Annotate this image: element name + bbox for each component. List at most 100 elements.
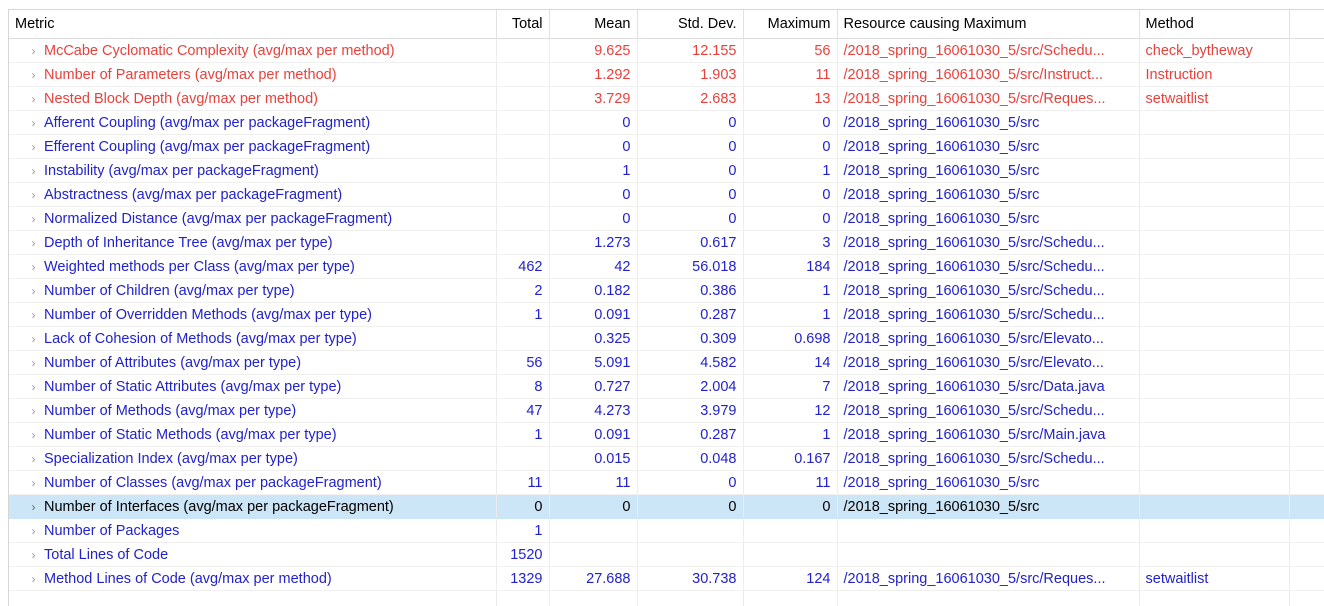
chevron-right-icon[interactable]: › — [29, 424, 38, 446]
chevron-right-icon[interactable]: › — [29, 328, 38, 350]
chevron-right-icon[interactable]: › — [29, 352, 38, 374]
chevron-right-icon[interactable]: › — [29, 520, 38, 542]
metric-cell[interactable]: › McCabe Cyclomatic Complexity (avg/max p… — [9, 38, 497, 63]
chevron-right-icon[interactable]: › — [29, 544, 38, 566]
metric-cell[interactable]: › Number of Classes (avg/max per packageF… — [9, 470, 497, 495]
metric-cell[interactable]: › Abstractness (avg/max per packageFragme… — [9, 182, 497, 207]
metric-cell[interactable]: › Afferent Coupling (avg/max per packageF… — [9, 110, 497, 135]
resource-cell: /2018_spring_16061030_5/src — [837, 134, 1140, 159]
chevron-right-icon[interactable]: › — [29, 208, 38, 230]
metric-cell[interactable]: › Number of Static Methods (avg/max per t… — [9, 422, 497, 447]
chevron-right-icon[interactable]: › — [29, 472, 38, 494]
table-body[interactable]: › McCabe Cyclomatic Complexity (avg/max p… — [9, 38, 1324, 606]
chevron-right-icon[interactable]: › — [29, 256, 38, 278]
resource-cell: /2018_spring_16061030_5/src/Schedu... — [837, 254, 1140, 279]
chevron-right-icon[interactable]: › — [29, 568, 38, 590]
std-dev-cell: 0.287 — [637, 422, 744, 447]
maximum-cell: 11 — [743, 62, 838, 87]
column-header-maximum[interactable]: Maximum — [743, 10, 838, 39]
table-row[interactable]: › Efferent Coupling (avg/max per packageF… — [9, 134, 1324, 159]
table-row[interactable]: › Number of Static Attributes (avg/max pe… — [9, 374, 1324, 399]
std-dev-cell: 0.386 — [637, 278, 744, 303]
metric-label: Total Lines of Code — [44, 546, 169, 563]
metric-cell[interactable]: › Number of Children (avg/max per type) — [9, 278, 497, 303]
mean-cell: 0.015 — [549, 446, 638, 471]
metric-cell[interactable]: › Instability (avg/max per packageFragmen… — [9, 158, 497, 183]
metric-cell[interactable]: › Method Lines of Code (avg/max per metho… — [9, 566, 497, 591]
table-row[interactable]: › Number of Overridden Methods (avg/max p… — [9, 302, 1324, 327]
chevron-right-icon[interactable]: › — [29, 184, 38, 206]
chevron-right-icon[interactable]: › — [29, 496, 38, 518]
chevron-right-icon[interactable]: › — [29, 40, 38, 62]
metric-cell[interactable]: › Weighted methods per Class (avg/max per… — [9, 254, 497, 279]
chevron-right-icon[interactable]: › — [29, 280, 38, 302]
table-row[interactable]: › Number of Parameters (avg/max per metho… — [9, 62, 1324, 87]
table-row[interactable]: › Afferent Coupling (avg/max per packageF… — [9, 110, 1324, 135]
chevron-right-icon[interactable]: › — [29, 136, 38, 158]
column-header-resource[interactable]: Resource causing Maximum — [837, 10, 1140, 39]
metric-cell[interactable]: › Number of Methods (avg/max per type) — [9, 398, 497, 423]
mean-cell: 0 — [549, 182, 638, 207]
maximum-cell: 0.167 — [743, 446, 838, 471]
chevron-right-icon[interactable]: › — [29, 88, 38, 110]
metric-cell[interactable]: › Depth of Inheritance Tree (avg/max per … — [9, 230, 497, 255]
table-row[interactable]: › Number of Interfaces (avg/max per packa… — [9, 494, 1324, 519]
metrics-table[interactable]: Metric Total Mean Std. Dev. Maximum Reso… — [9, 10, 1324, 606]
chevron-right-icon[interactable]: › — [29, 448, 38, 470]
std-dev-cell: 0 — [637, 494, 744, 519]
std-dev-cell: 4.582 — [637, 350, 744, 375]
mean-cell: 1.292 — [549, 62, 638, 87]
table-row[interactable]: › Abstractness (avg/max per packageFragme… — [9, 182, 1324, 207]
maximum-cell: 3 — [743, 230, 838, 255]
table-row[interactable]: › Method Lines of Code (avg/max per metho… — [9, 566, 1324, 591]
table-row[interactable]: › Nested Block Depth (avg/max per method)… — [9, 86, 1324, 111]
table-row[interactable]: › Specialization Index (avg/max per type)… — [9, 446, 1324, 471]
table-row[interactable]: › Instability (avg/max per packageFragmen… — [9, 158, 1324, 183]
chevron-right-icon[interactable]: › — [29, 400, 38, 422]
table-row[interactable]: › Number of Classes (avg/max per packageF… — [9, 470, 1324, 495]
metric-cell[interactable]: › Number of Static Attributes (avg/max pe… — [9, 374, 497, 399]
column-header-metric[interactable]: Metric — [9, 10, 497, 39]
table-row[interactable]: › Lack of Cohesion of Methods (avg/max pe… — [9, 326, 1324, 351]
table-row[interactable]: › Number of Static Methods (avg/max per t… — [9, 422, 1324, 447]
chevron-right-icon[interactable]: › — [29, 232, 38, 254]
metric-cell[interactable]: › Number of Interfaces (avg/max per packa… — [9, 494, 497, 519]
std-dev-cell: 0 — [637, 110, 744, 135]
metric-cell[interactable]: › Number of Packages — [9, 518, 497, 543]
column-header-mean[interactable]: Mean — [549, 10, 638, 39]
column-header-total[interactable]: Total — [496, 10, 550, 39]
table-row[interactable]: › Total Lines of Code 1520 — [9, 542, 1324, 567]
table-row[interactable]: › Depth of Inheritance Tree (avg/max per … — [9, 230, 1324, 255]
table-row[interactable]: › Number of Packages 1 — [9, 518, 1324, 543]
chevron-right-icon[interactable]: › — [29, 64, 38, 86]
metric-cell[interactable]: › Number of Overridden Methods (avg/max p… — [9, 302, 497, 327]
metric-cell[interactable]: › Specialization Index (avg/max per type) — [9, 446, 497, 471]
metrics-table-view[interactable]: Metric Total Mean Std. Dev. Maximum Reso… — [8, 9, 1324, 606]
table-row[interactable]: › Number of Methods (avg/max per type) 47 4… — [9, 398, 1324, 423]
method-cell — [1139, 206, 1290, 231]
column-header-std-dev[interactable]: Std. Dev. — [637, 10, 744, 39]
metric-cell[interactable]: › Number of Parameters (avg/max per metho… — [9, 62, 497, 87]
maximum-cell — [743, 518, 838, 543]
table-row[interactable]: › Weighted methods per Class (avg/max per… — [9, 254, 1324, 279]
std-dev-cell: 12.155 — [637, 38, 744, 63]
resource-cell: /2018_spring_16061030_5/src/Schedu... — [837, 278, 1140, 303]
table-row[interactable]: › Normalized Distance (avg/max per packag… — [9, 206, 1324, 231]
chevron-right-icon[interactable]: › — [29, 376, 38, 398]
metric-label: Number of Classes (avg/max per packageFr… — [44, 474, 382, 491]
metric-cell[interactable]: › Efferent Coupling (avg/max per packageF… — [9, 134, 497, 159]
chevron-right-icon[interactable]: › — [29, 304, 38, 326]
metric-cell[interactable]: › Normalized Distance (avg/max per packag… — [9, 206, 497, 231]
table-row[interactable]: › Number of Attributes (avg/max per type)… — [9, 350, 1324, 375]
table-row[interactable]: › McCabe Cyclomatic Complexity (avg/max p… — [9, 38, 1324, 63]
metric-cell[interactable]: › Total Lines of Code — [9, 542, 497, 567]
resource-cell: /2018_spring_16061030_5/src/Data.java — [837, 374, 1140, 399]
column-header-method[interactable]: Method — [1139, 10, 1290, 39]
chevron-right-icon[interactable]: › — [29, 160, 38, 182]
metric-cell[interactable]: › Nested Block Depth (avg/max per method) — [9, 86, 497, 111]
total-cell: 1 — [496, 422, 550, 447]
metric-cell[interactable]: › Number of Attributes (avg/max per type) — [9, 350, 497, 375]
chevron-right-icon[interactable]: › — [29, 112, 38, 134]
metric-cell[interactable]: › Lack of Cohesion of Methods (avg/max pe… — [9, 326, 497, 351]
table-row[interactable]: › Number of Children (avg/max per type) 2 0… — [9, 278, 1324, 303]
